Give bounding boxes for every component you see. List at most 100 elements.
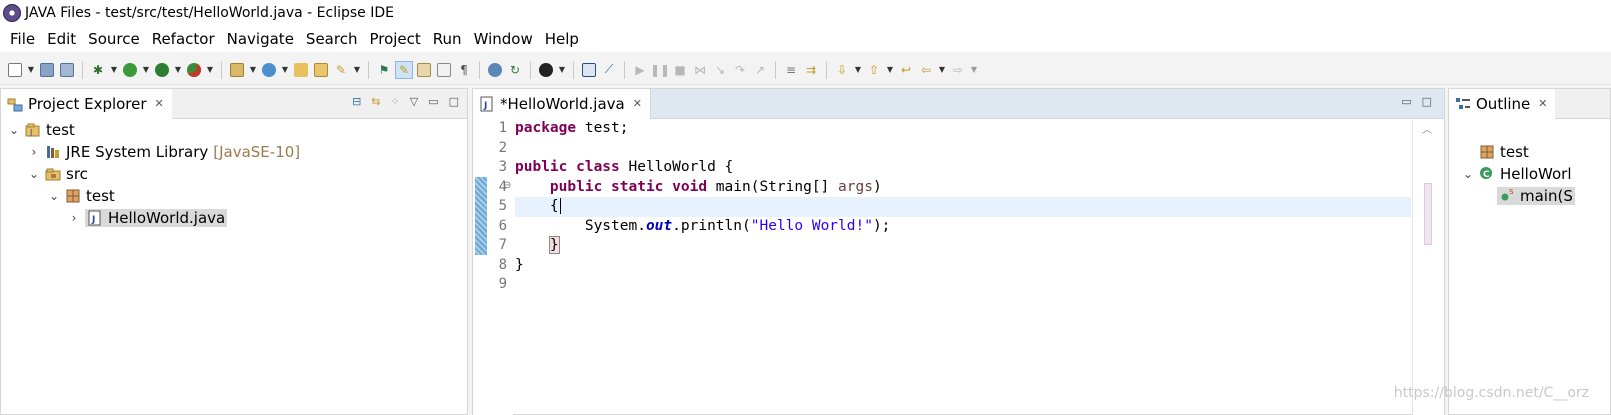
show-whitespace-icon[interactable]: ¶ bbox=[455, 61, 473, 79]
block-selection-icon[interactable] bbox=[415, 61, 433, 79]
outline-item-method[interactable]: S main(S bbox=[1497, 185, 1575, 207]
menu-refactor[interactable]: Refactor bbox=[146, 30, 221, 48]
previous-edit-icon[interactable]: ⇧ bbox=[865, 61, 883, 79]
debug-dropdown-icon[interactable]: ▼ bbox=[109, 61, 119, 79]
open-type-icon[interactable] bbox=[312, 61, 330, 79]
mark-occurrences-icon[interactable]: ✎ bbox=[395, 60, 413, 79]
menu-search[interactable]: Search bbox=[300, 30, 364, 48]
menu-edit[interactable]: Edit bbox=[41, 30, 82, 48]
menu-source[interactable]: Source bbox=[82, 30, 146, 48]
tree-item-label: test bbox=[46, 121, 75, 139]
menu-navigate[interactable]: Navigate bbox=[221, 30, 300, 48]
step-into-icon[interactable]: ↘ bbox=[711, 61, 729, 79]
scroll-thumb[interactable] bbox=[1424, 183, 1432, 245]
tree-item-project[interactable]: ⌄ J test bbox=[7, 119, 75, 141]
maximize-icon[interactable]: □ bbox=[1422, 95, 1432, 108]
step-return-icon[interactable]: ↗ bbox=[751, 61, 769, 79]
expanded-chevron-icon[interactable]: ⌄ bbox=[27, 167, 41, 181]
selected-tree-item[interactable]: J HelloWorld.java bbox=[85, 209, 228, 227]
outline-item-package[interactable]: test bbox=[1479, 141, 1529, 163]
menu-help[interactable]: Help bbox=[539, 30, 585, 48]
word-wrap-icon[interactable] bbox=[435, 61, 453, 79]
next-edit-dropdown-icon[interactable]: ▼ bbox=[853, 61, 863, 79]
title-bar: JAVA Files - test/src/test/HelloWorld.ja… bbox=[0, 0, 1611, 26]
next-edit-icon[interactable]: ⇩ bbox=[833, 61, 851, 79]
jre-version-decoration: [JavaSE-10] bbox=[213, 143, 301, 161]
console-icon[interactable] bbox=[580, 61, 598, 79]
run-dropdown-icon[interactable]: ▼ bbox=[141, 61, 151, 79]
tab-project-explorer[interactable]: Project Explorer ✕ bbox=[1, 88, 172, 119]
svg-text:J: J bbox=[91, 215, 95, 225]
forward-dropdown-icon[interactable]: ▼ bbox=[969, 61, 979, 79]
overview-ruler[interactable]: ︿ bbox=[1412, 119, 1444, 415]
collapsed-chevron-icon[interactable]: › bbox=[67, 211, 81, 225]
search-icon[interactable]: ✎ bbox=[332, 61, 350, 79]
tree-item-jre-library[interactable]: › JRE System Library [JavaSE-10] bbox=[27, 141, 301, 163]
external-tools-dropdown-icon[interactable]: ▼ bbox=[205, 61, 215, 79]
share-icon[interactable]: ↻ bbox=[506, 61, 524, 79]
code-area[interactable]: package test; public class HelloWorld { … bbox=[515, 119, 1411, 415]
collapse-all-icon[interactable]: ⊟ bbox=[352, 95, 361, 108]
debug-icon[interactable]: ✱ bbox=[89, 61, 107, 79]
new-java-project-icon[interactable] bbox=[228, 61, 246, 79]
coverage-icon[interactable] bbox=[153, 61, 171, 79]
line-number: 8 bbox=[498, 256, 507, 273]
menu-file[interactable]: File bbox=[4, 30, 41, 48]
new-icon[interactable] bbox=[6, 61, 24, 79]
tree-item-package[interactable]: ⌄ test bbox=[47, 185, 115, 207]
coverage-dropdown-icon[interactable]: ▼ bbox=[173, 61, 183, 79]
new-class-dropdown-icon[interactable]: ▼ bbox=[280, 61, 290, 79]
minimize-icon[interactable]: ▭ bbox=[428, 95, 438, 108]
web-browser-icon[interactable] bbox=[486, 61, 504, 79]
use-step-filters-icon[interactable]: ≡ bbox=[782, 61, 800, 79]
back-dropdown-icon[interactable]: ▼ bbox=[937, 61, 947, 79]
fold-collapse-icon[interactable]: ⊖ bbox=[503, 180, 511, 191]
view-menu-icon[interactable]: ▽ bbox=[410, 95, 418, 108]
scroll-up-icon[interactable]: ︿ bbox=[1422, 121, 1432, 136]
resume-icon[interactable]: ▶ bbox=[631, 61, 649, 79]
collapsed-chevron-icon[interactable]: › bbox=[27, 145, 41, 159]
tree-item-java-file[interactable]: › J HelloWorld.java bbox=[67, 207, 228, 229]
menu-run[interactable]: Run bbox=[427, 30, 468, 48]
search-dropdown-icon[interactable]: ▼ bbox=[352, 61, 362, 79]
suspend-icon[interactable]: ❚❚ bbox=[650, 61, 670, 79]
new-class-icon[interactable] bbox=[260, 61, 278, 79]
close-icon[interactable]: ✕ bbox=[1538, 97, 1547, 110]
minimize-icon[interactable]: ▭ bbox=[1401, 95, 1411, 108]
tab-outline[interactable]: Outline ✕ bbox=[1449, 88, 1556, 119]
new-java-project-dropdown-icon[interactable]: ▼ bbox=[248, 61, 258, 79]
selected-outline-item[interactable]: S main(S bbox=[1497, 187, 1575, 205]
menu-window[interactable]: Window bbox=[468, 30, 539, 48]
new-dropdown-icon[interactable]: ▼ bbox=[26, 61, 36, 79]
disconnect-icon[interactable]: ⋈ bbox=[691, 61, 709, 79]
user-dropdown-icon[interactable]: ▼ bbox=[557, 61, 567, 79]
tab-helloworld-java[interactable]: J *HelloWorld.java ✕ bbox=[473, 88, 651, 119]
open-folder-icon[interactable] bbox=[292, 61, 310, 79]
external-tools-icon[interactable] bbox=[185, 61, 203, 79]
expanded-chevron-icon[interactable]: ⌄ bbox=[7, 123, 21, 137]
filter-icon[interactable]: ⁘ bbox=[391, 95, 400, 108]
toggle-breadcrumb-icon[interactable]: ⚑ bbox=[375, 61, 393, 79]
save-all-icon[interactable] bbox=[58, 61, 76, 79]
previous-edit-dropdown-icon[interactable]: ▼ bbox=[885, 61, 895, 79]
run-icon[interactable] bbox=[121, 61, 139, 79]
link-with-editor-icon[interactable]: ⇆ bbox=[371, 95, 380, 108]
close-icon[interactable]: ✕ bbox=[633, 97, 642, 110]
tree-item-src[interactable]: ⌄ src bbox=[27, 163, 88, 185]
user-icon[interactable] bbox=[537, 61, 555, 79]
menu-project[interactable]: Project bbox=[363, 30, 426, 48]
close-icon[interactable]: ✕ bbox=[155, 97, 164, 110]
forward-icon[interactable]: ⇨ bbox=[949, 61, 967, 79]
terminate-icon[interactable]: ■ bbox=[671, 61, 689, 79]
save-icon[interactable] bbox=[38, 61, 56, 79]
next-annotation-icon[interactable]: ⇉ bbox=[802, 61, 820, 79]
expanded-chevron-icon[interactable]: ⌄ bbox=[1461, 167, 1475, 181]
outline-item-class[interactable]: ⌄ C HelloWorl bbox=[1461, 163, 1572, 185]
expanded-chevron-icon[interactable]: ⌄ bbox=[47, 189, 61, 203]
last-edit-location-icon[interactable]: ↩ bbox=[897, 61, 915, 79]
back-icon[interactable]: ⇦ bbox=[917, 61, 935, 79]
maximize-icon[interactable]: □ bbox=[449, 95, 459, 108]
step-over-icon[interactable]: ↷ bbox=[731, 61, 749, 79]
skip-breakpoints-icon[interactable]: ⟋ bbox=[600, 61, 618, 79]
